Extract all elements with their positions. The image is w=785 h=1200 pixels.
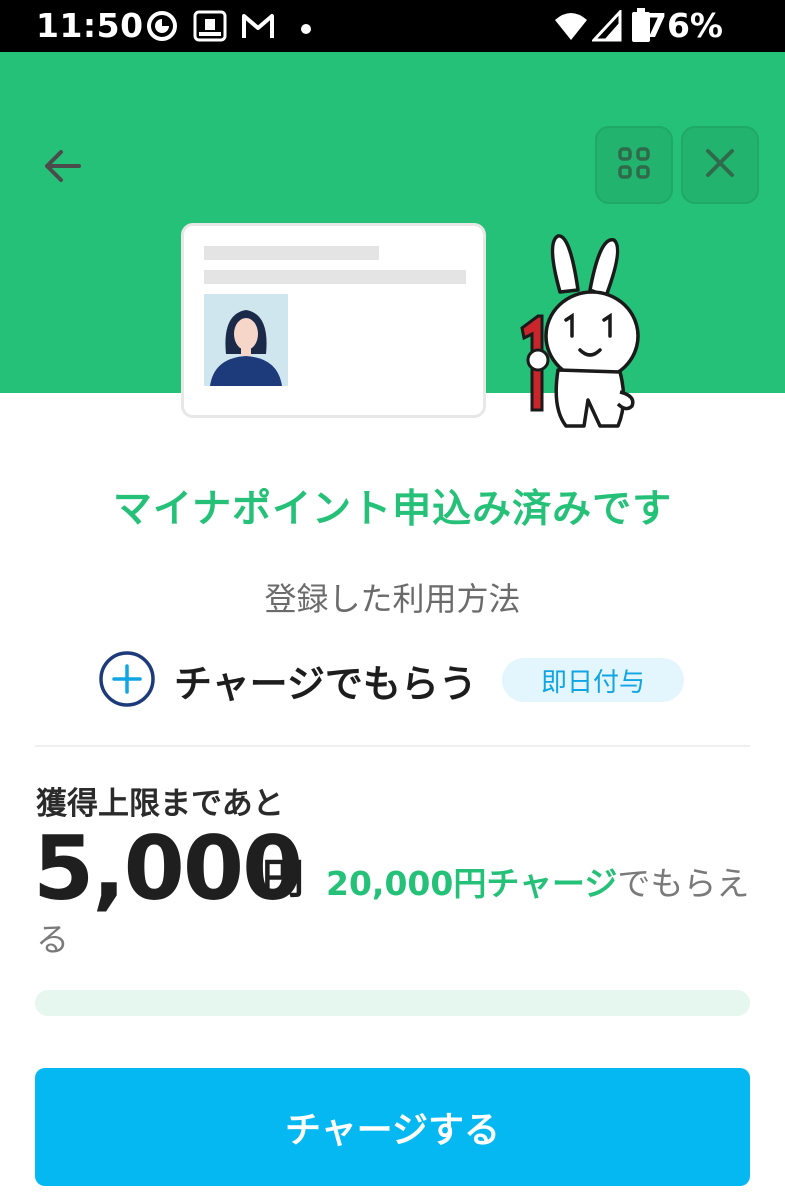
status-bar: 11:50 76%: [0, 0, 785, 52]
battery-level: 76%: [644, 6, 723, 45]
station-icon: [192, 10, 228, 46]
method-label: 登録した利用方法: [264, 580, 521, 618]
close-button[interactable]: [681, 126, 759, 204]
arrow-left-icon: [41, 148, 83, 188]
mascot-rabbit: [508, 232, 648, 432]
grid-icon: [617, 146, 651, 184]
gmail-icon: [240, 10, 276, 46]
plus-circle-icon: [98, 650, 156, 708]
card-line: [204, 270, 466, 284]
method-name: チャージでもらう: [174, 662, 477, 706]
menu-button[interactable]: [595, 126, 673, 204]
wifi-icon: [553, 10, 589, 46]
charge-amount: 20,000円チャージ: [326, 864, 618, 903]
signal-icon: [590, 8, 622, 46]
dot-icon: [300, 20, 312, 39]
progress-bar: [35, 990, 750, 1016]
card-line: [204, 246, 379, 260]
divider: [35, 745, 750, 747]
status-time: 11:50: [36, 6, 144, 45]
charge-button[interactable]: チャージする: [35, 1068, 750, 1186]
charge-description: 20,000円チャージでもらえる: [36, 856, 756, 968]
page-title: マイナポイント申込み済みです: [112, 487, 673, 532]
id-card-illustration: [181, 223, 486, 418]
sync-icon: [146, 10, 178, 46]
back-button[interactable]: [34, 140, 90, 196]
close-icon: [703, 146, 737, 184]
card-photo: [204, 294, 288, 386]
status-badge: 即日付与: [502, 658, 684, 702]
